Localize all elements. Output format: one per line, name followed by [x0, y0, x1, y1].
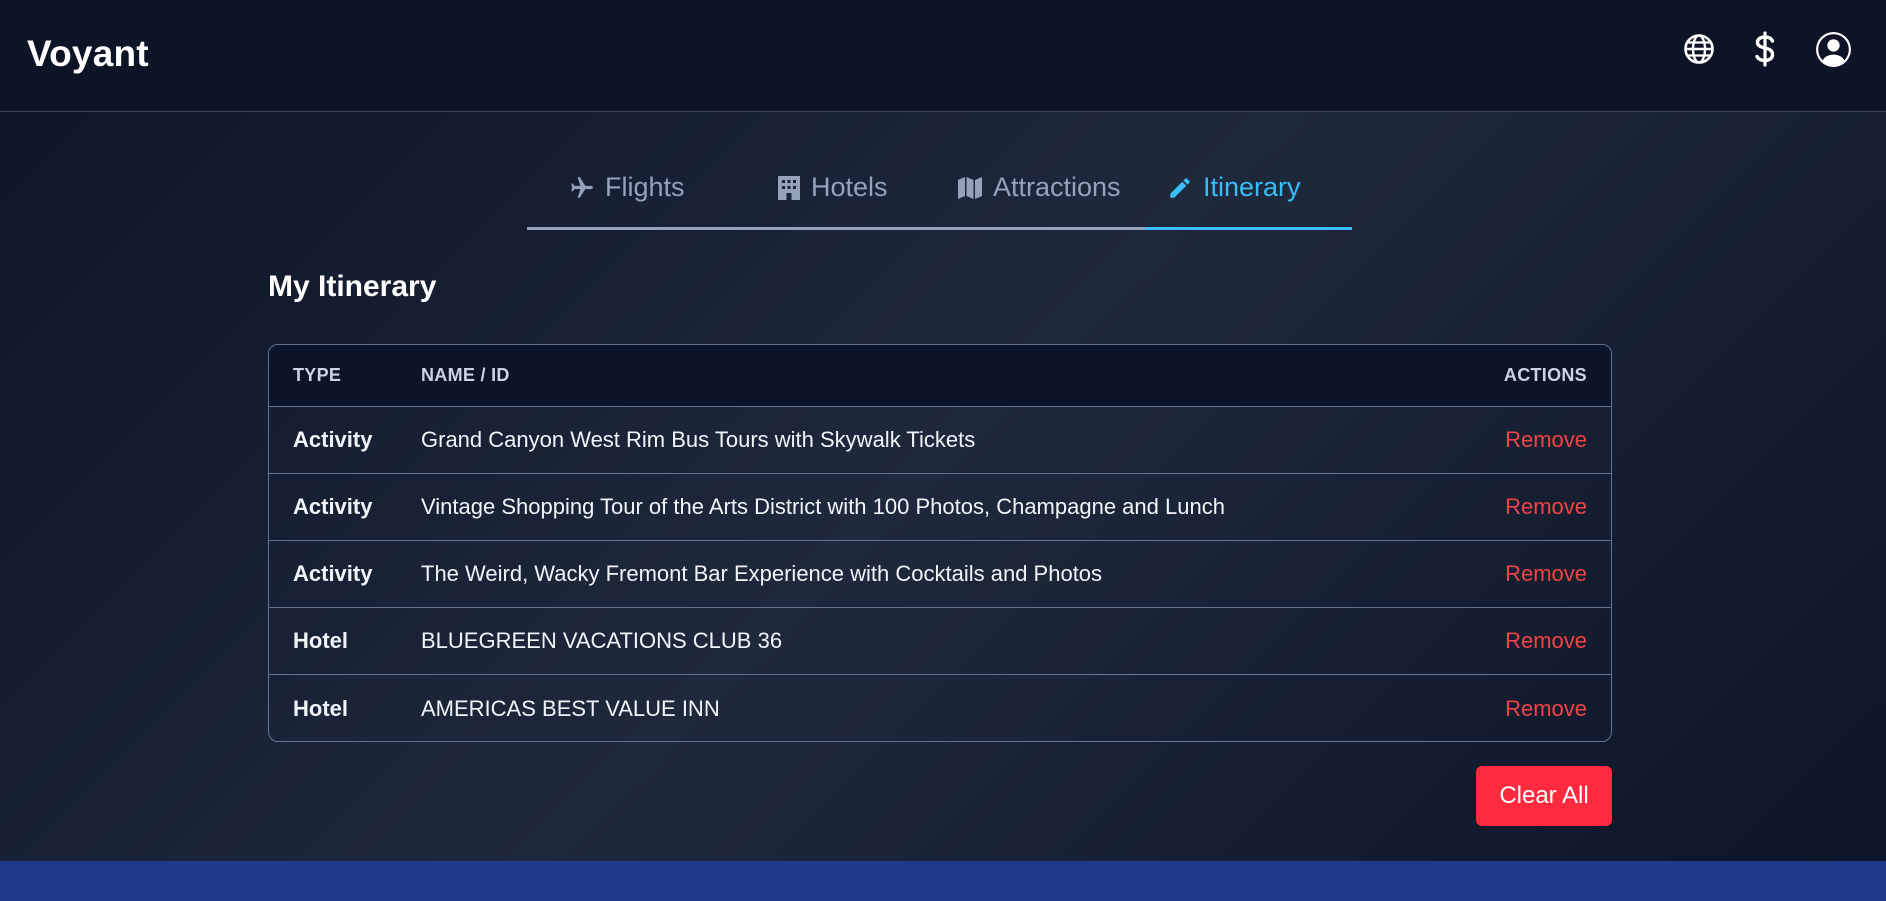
tab-attractions[interactable]: Attractions — [957, 160, 1121, 227]
tab-label: Attractions — [993, 172, 1121, 202]
pencil-icon — [1167, 175, 1193, 201]
row-name: Vintage Shopping Tour of the Arts Distri… — [421, 494, 1225, 519]
table-row: Activity Vintage Shopping Tour of the Ar… — [269, 474, 1611, 541]
main-tabs: Flights Hotels Attractions Itinerary — [527, 160, 1352, 230]
remove-button[interactable]: Remove — [1505, 494, 1587, 519]
row-name: AMERICAS BEST VALUE INN — [421, 695, 720, 721]
tab-label: Flights — [605, 172, 685, 202]
building-icon — [777, 175, 801, 201]
remove-button[interactable]: Remove — [1505, 628, 1587, 653]
dollar-icon[interactable] — [1752, 30, 1778, 68]
column-header-actions: ACTIONS — [1503, 365, 1587, 385]
table-row: Hotel AMERICAS BEST VALUE INN Remove — [269, 675, 1611, 741]
user-circle-icon[interactable] — [1814, 30, 1852, 68]
row-type: Hotel — [293, 628, 348, 653]
table-header: TYPE NAME / ID ACTIONS — [269, 345, 1611, 407]
row-type: Hotel — [293, 695, 348, 721]
brand-logo[interactable]: Voyant — [27, 33, 149, 75]
row-name: Grand Canyon West Rim Bus Tours with Sky… — [421, 427, 976, 452]
tab-itinerary[interactable]: Itinerary — [1145, 160, 1352, 230]
column-header-name: NAME / ID — [421, 365, 510, 385]
footer — [0, 861, 1886, 901]
row-type: Activity — [293, 561, 373, 586]
row-name: BLUEGREEN VACATIONS CLUB 36 — [421, 628, 783, 653]
remove-button[interactable]: Remove — [1505, 696, 1587, 721]
row-type: Activity — [293, 427, 373, 452]
itinerary-table: TYPE NAME / ID ACTIONS Activity Grand Ca… — [268, 344, 1612, 742]
globe-icon[interactable] — [1680, 30, 1718, 68]
tab-label: Hotels — [811, 172, 888, 202]
table-row: Activity Grand Canyon West Rim Bus Tours… — [269, 407, 1611, 474]
page-title: My Itinerary — [268, 270, 437, 303]
table-row: Hotel BLUEGREEN VACATIONS CLUB 36 Remove — [269, 608, 1611, 675]
table-row: Activity The Weird, Wacky Fremont Bar Ex… — [269, 541, 1611, 608]
row-name: The Weird, Wacky Fremont Bar Experience … — [421, 561, 1103, 586]
top-navbar: Voyant — [0, 0, 1886, 112]
remove-button[interactable]: Remove — [1505, 427, 1587, 452]
clear-all-button[interactable]: Clear All — [1476, 766, 1612, 826]
column-header-type: TYPE — [293, 365, 342, 385]
tab-label: Itinerary — [1203, 172, 1301, 202]
tab-flights[interactable]: Flights — [569, 160, 685, 227]
tab-hotels[interactable]: Hotels — [777, 160, 888, 227]
plane-icon — [569, 175, 595, 201]
map-icon — [957, 176, 983, 200]
remove-button[interactable]: Remove — [1505, 561, 1587, 586]
row-type: Activity — [293, 494, 373, 519]
